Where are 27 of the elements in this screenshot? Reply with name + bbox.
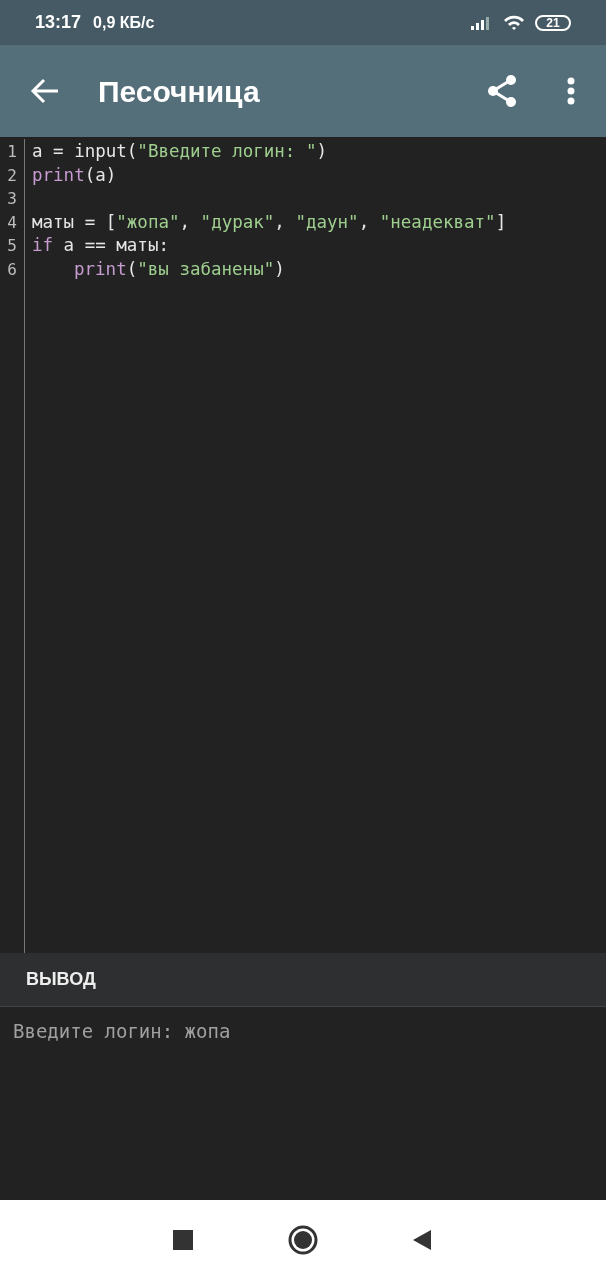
triangle-back-icon <box>412 1229 432 1251</box>
line-number: 1 <box>7 141 17 163</box>
line-number: 5 <box>7 235 17 257</box>
home-button[interactable] <box>288 1225 318 1255</box>
output-text: Введите логин: жопа <box>13 1020 231 1042</box>
code-line: маты = ["жопа", "дурак", "даун", "неадекват"] <box>32 211 507 232</box>
code-line: a = input("Введите логин: ") <box>32 141 328 161</box>
back-arrow-icon <box>30 77 60 105</box>
status-time: 13:17 <box>35 11 82 34</box>
line-number: 2 <box>7 164 17 187</box>
wifi-icon <box>503 14 525 31</box>
share-icon <box>486 74 518 108</box>
code-line: if a == маты: <box>32 235 169 255</box>
home-circle-icon <box>288 1225 318 1255</box>
code-line: print("вы забанены") <box>74 258 285 279</box>
line-number: 6 <box>7 258 17 281</box>
back-nav-button[interactable] <box>412 1228 434 1252</box>
line-number: 4 <box>7 211 17 234</box>
square-icon <box>173 1230 193 1250</box>
toolbar-title: Песочница <box>98 73 260 110</box>
battery-icon: 21 <box>535 14 571 31</box>
recent-apps-button[interactable] <box>172 1229 194 1251</box>
more-icon <box>567 77 575 105</box>
network-speed: 0,9 КБ/с <box>93 12 155 33</box>
line-number: 3 <box>7 188 17 210</box>
code-line: print(a) <box>32 164 117 185</box>
output-title: ВЫВОД <box>26 968 96 991</box>
